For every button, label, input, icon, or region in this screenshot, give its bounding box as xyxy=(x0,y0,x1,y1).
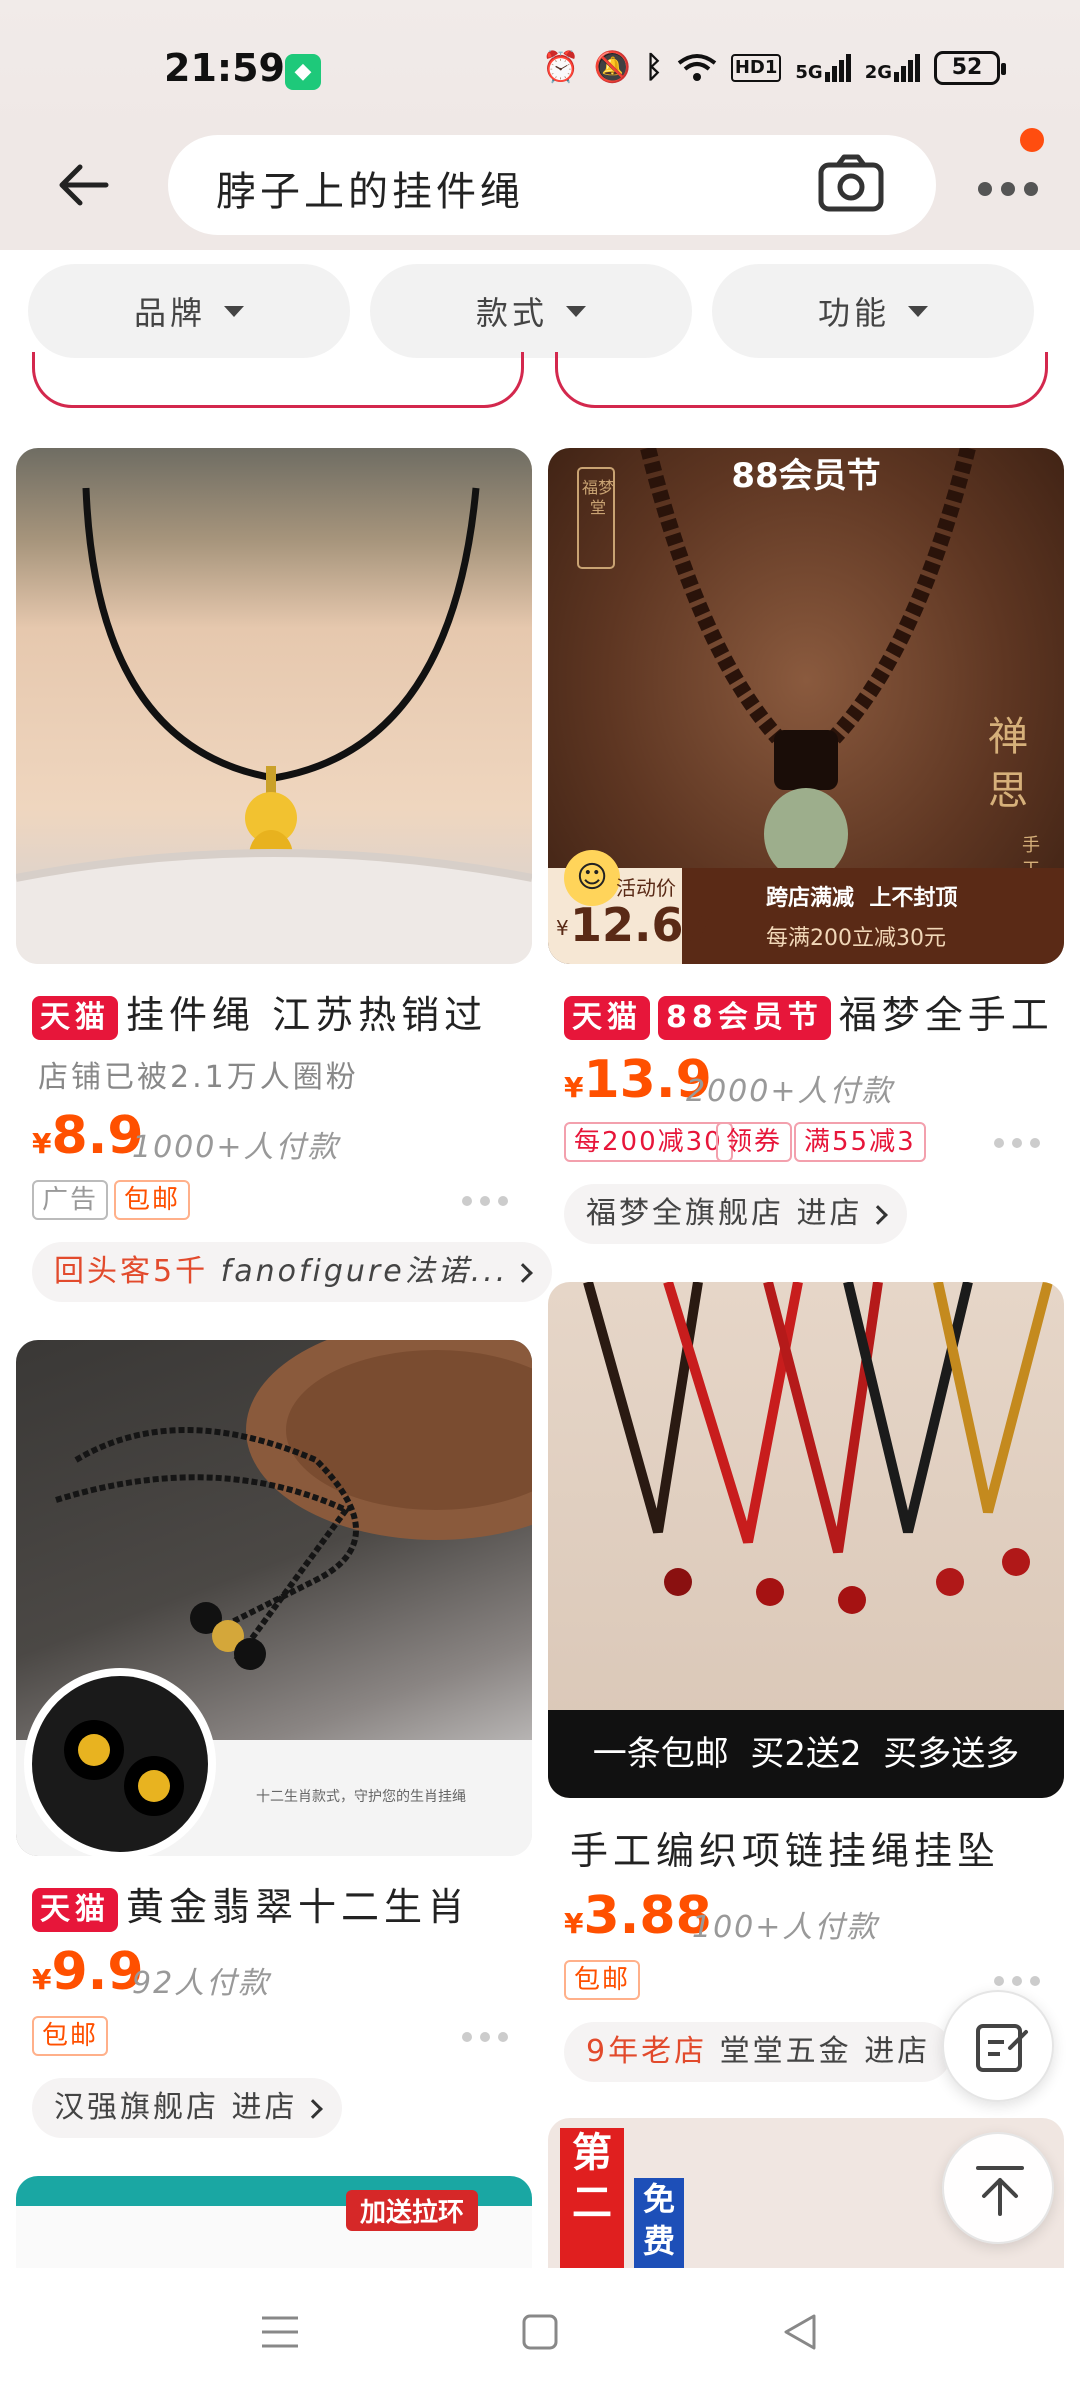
back-to-top-button[interactable] xyxy=(942,2132,1054,2244)
product-image[interactable]: 88会员节 福梦堂 禅思 手工 ☺ 活动价 ¥ 12.67 跨店满减 上不封顶 … xyxy=(548,448,1064,964)
menu-icon[interactable] xyxy=(260,2312,300,2352)
product-price: ¥9.9 xyxy=(32,1942,144,2002)
status-icons: ⏰ 🔕 ᛒ HD1 5G 2G 52 xyxy=(542,50,1006,85)
shop-entry[interactable]: 汉强旗舰店 进店 xyxy=(32,2078,342,2138)
coupon-card-edge xyxy=(555,352,1048,408)
promo-vertical-label: 第二 xyxy=(560,2128,624,2268)
tmall-tag: 天猫 xyxy=(32,1887,118,1932)
filter-function-label: 功能 xyxy=(817,294,890,332)
tmall-tag: 天猫 xyxy=(564,995,650,1040)
free-shipping-badge: 包邮 xyxy=(32,2016,109,2056)
product-title[interactable]: 手工编织项链挂绳挂坠 xyxy=(570,1820,1064,1875)
shop-entry[interactable]: 回头客5千 fanofigure法诺... xyxy=(32,1242,553,1302)
back-icon[interactable] xyxy=(780,2312,820,2352)
brand-vertical-text: 禅思 xyxy=(988,714,1028,814)
wifi-icon xyxy=(677,53,717,81)
product-image[interactable]: 十二生肖款式，守护您的生肖挂绳 xyxy=(16,1340,532,1856)
product-image[interactable] xyxy=(16,448,532,964)
product-title[interactable]: 天猫 挂件绳 江苏热销过 xyxy=(32,984,532,1040)
sold-count: 1000+人付款 xyxy=(132,1130,340,1165)
promo-line-2: 每满200立减30元 xyxy=(766,926,946,951)
ad-badge: 广告 xyxy=(32,1180,109,1220)
more-options-button[interactable] xyxy=(976,170,1040,210)
arrow-up-icon xyxy=(976,2166,1024,2216)
coupon-badge: 领券 xyxy=(716,1122,793,1162)
caret-down-icon xyxy=(224,305,244,317)
chevron-right-icon xyxy=(513,1262,534,1283)
promo-price: 12.67 xyxy=(570,898,716,952)
caret-down-icon xyxy=(566,305,586,317)
filter-brand-label: 品牌 xyxy=(133,294,206,332)
filter-style-label: 款式 xyxy=(475,294,548,332)
product-title[interactable]: 天猫 黄金翡翠十二生肖 xyxy=(32,1876,532,1932)
free-shipping-badge: 包邮 xyxy=(564,1960,641,2000)
shop-entry[interactable]: 9年老店 堂堂五金 进店 xyxy=(564,2022,953,2082)
product-image-partial[interactable]: 加送拉环 xyxy=(16,2176,532,2268)
home-icon[interactable] xyxy=(520,2312,560,2352)
product-title[interactable]: 天猫 88会员节 福梦全手工 xyxy=(564,984,1064,1040)
product-price: ¥3.88 xyxy=(564,1886,712,1946)
edit-note-icon xyxy=(976,2024,1028,2072)
image-caption: 十二生肖款式，守护您的生肖挂绳 xyxy=(256,1789,466,1805)
status-time: 21:59 xyxy=(164,46,285,90)
tmall-tag: 天猫 xyxy=(32,995,118,1040)
brand-seal: 福梦堂 xyxy=(581,478,614,517)
filter-style[interactable]: 款式 xyxy=(370,264,692,358)
signal-5g-icon: 5G xyxy=(795,53,851,82)
chevron-right-icon xyxy=(302,2098,323,2119)
promo-banner: 88会员节 xyxy=(731,456,881,496)
free-vertical-label: 免费 xyxy=(634,2178,684,2268)
product-image[interactable]: 一条包邮 买2送2 买多送多 xyxy=(548,1282,1064,1798)
shop-fans-text: 店铺已被2.1万人圈粉 xyxy=(38,1060,359,1095)
notification-dot xyxy=(1020,128,1044,152)
promo-label: 活动价 xyxy=(616,876,676,900)
more-dots-icon[interactable] xyxy=(994,1138,1040,1150)
sold-count: 92人付款 xyxy=(132,1966,271,2001)
feedback-button[interactable] xyxy=(942,1990,1054,2102)
search-input[interactable]: 脖子上的挂件绳 xyxy=(168,135,936,235)
signal-2g-icon: 2G xyxy=(865,53,920,82)
discount-badge: 满55减3 xyxy=(794,1122,926,1162)
bluetooth-icon: ᛒ xyxy=(644,50,663,85)
coupon-card-edge xyxy=(32,352,524,408)
more-dots-icon[interactable] xyxy=(462,2032,508,2044)
discount-badge: 每200减30 xyxy=(564,1122,733,1162)
necklace-illustration xyxy=(16,1340,532,1856)
status-bar: 21:59 ◆ ⏰ 🔕 ᛒ HD1 5G 2G 52 xyxy=(0,0,1080,135)
necklace-illustration xyxy=(16,487,532,964)
mute-icon: 🔕 xyxy=(593,50,631,85)
caret-down-icon xyxy=(908,305,928,317)
gift-banner: 加送拉环 xyxy=(346,2190,479,2231)
system-nav-bar xyxy=(0,2268,1080,2400)
search-header: 脖子上的挂件绳 xyxy=(0,135,1080,250)
sold-count: 2000+人付款 xyxy=(686,1074,894,1109)
sold-count: 100+人付款 xyxy=(692,1910,879,1945)
promo-line-1: 跨店满减 上不封顶 xyxy=(766,886,958,911)
free-shipping-badge: 包邮 xyxy=(114,1180,191,1220)
chevron-right-icon xyxy=(867,1204,888,1225)
more-dots-icon[interactable] xyxy=(462,1196,508,1208)
camera-icon[interactable] xyxy=(818,153,884,213)
search-query: 脖子上的挂件绳 xyxy=(216,169,524,215)
alarm-icon: ⏰ xyxy=(542,50,580,85)
more-dots-icon[interactable] xyxy=(994,1976,1040,1988)
app-notification-icon: ◆ xyxy=(285,54,321,90)
back-arrow-icon[interactable] xyxy=(50,150,120,220)
currency-symbol: ¥ xyxy=(556,916,569,940)
hd-icon: HD1 xyxy=(730,53,782,82)
promo-strip: ☺ 活动价 ¥ 12.67 跨店满减 上不封顶 每满200立减30元 xyxy=(548,850,1064,964)
battery-icon: 52 xyxy=(934,50,1006,85)
shop-entry[interactable]: 福梦全旗舰店 进店 xyxy=(564,1184,907,1244)
image-banner: 一条包邮 买2送2 买多送多 xyxy=(548,1710,1064,1798)
product-price: ¥8.9 xyxy=(32,1106,144,1166)
filter-brand[interactable]: 品牌 xyxy=(28,264,350,358)
filter-function[interactable]: 功能 xyxy=(712,264,1034,358)
member-festival-tag: 88会员节 xyxy=(658,995,831,1040)
